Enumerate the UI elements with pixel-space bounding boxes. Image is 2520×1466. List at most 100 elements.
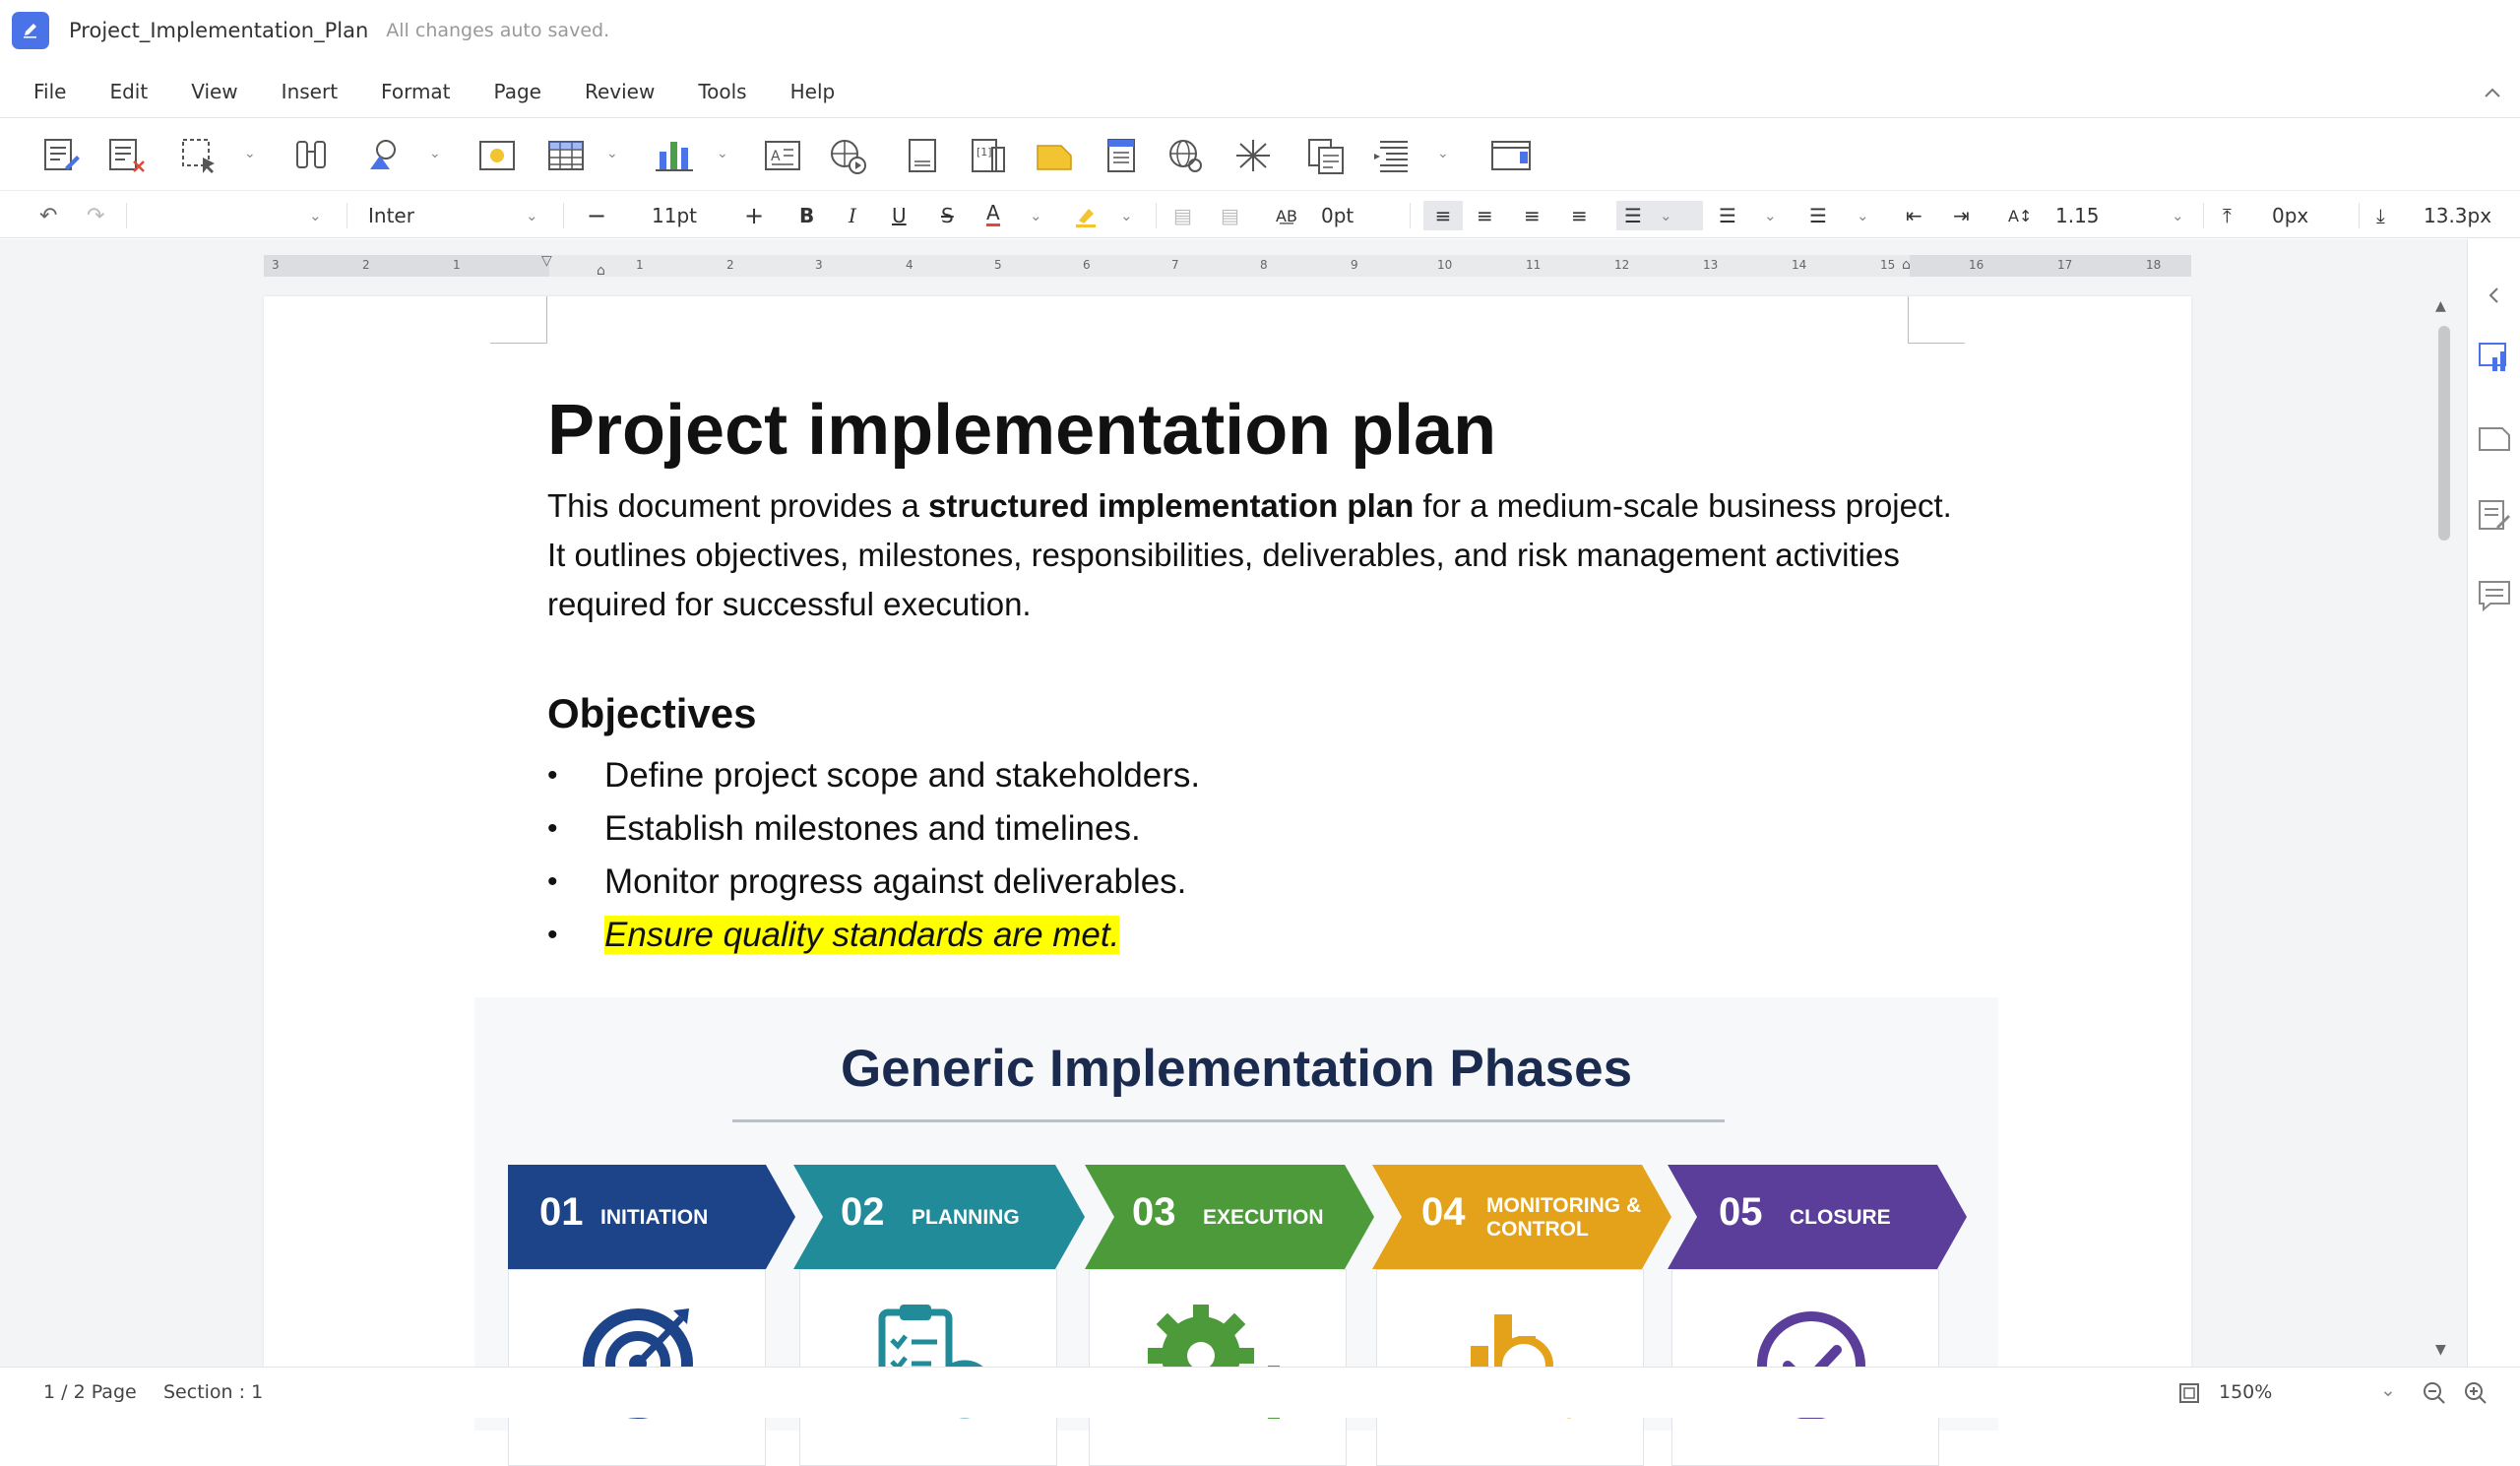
table-dropdown-icon[interactable]: ⌄ — [606, 146, 622, 161]
list-item[interactable]: Ensure quality standards are met. — [547, 909, 1200, 962]
document-title[interactable]: Project_Implementation_Plan — [69, 19, 368, 42]
copy-format-icon[interactable] — [1303, 134, 1349, 177]
menu-format[interactable]: Format — [381, 80, 450, 103]
paragraph-dropdown-icon[interactable]: ⌄ — [1437, 146, 1453, 161]
font-size-input[interactable]: 11pt — [652, 201, 697, 230]
underline-icon[interactable]: U — [892, 201, 907, 230]
zoom-in-icon[interactable] — [2463, 1380, 2488, 1406]
shapes-dropdown-icon[interactable]: ⌄ — [429, 146, 445, 161]
phases-infographic[interactable]: Generic Implementation Phases 01 INITIAT… — [474, 997, 1998, 1466]
strikethrough-icon[interactable]: S — [941, 201, 954, 230]
insert-table-icon[interactable] — [543, 134, 589, 177]
menu-file[interactable]: File — [33, 80, 66, 103]
app-logo-icon[interactable] — [12, 12, 49, 49]
redo-icon[interactable]: ↷ — [87, 201, 104, 230]
insert-image-icon[interactable] — [474, 134, 520, 177]
select-area-icon[interactable] — [177, 134, 222, 177]
undo-icon[interactable]: ↶ — [39, 201, 57, 230]
highlight-dropdown-icon[interactable]: ⌄ — [1120, 201, 1133, 230]
decrease-font-size-button[interactable]: − — [587, 201, 606, 230]
scroll-down-icon[interactable]: ▼ — [2435, 1342, 2446, 1358]
space-before-input[interactable]: 0px — [2272, 201, 2308, 230]
font-color-dropdown-icon[interactable]: ⌄ — [1030, 201, 1042, 230]
insert-media-icon[interactable] — [825, 134, 870, 177]
zoom-level[interactable]: 150% — [2219, 1381, 2272, 1403]
space-before-icon[interactable]: ⤒ — [2223, 201, 2232, 230]
justify-icon[interactable]: ≡ — [1571, 201, 1588, 230]
text-box-icon[interactable]: A — [760, 134, 805, 177]
numbered-list-icon[interactable]: ☰ — [1719, 201, 1736, 230]
footnote-icon[interactable]: [1] — [965, 134, 1010, 177]
find-binoculars-icon[interactable] — [289, 134, 335, 177]
page-number-icon[interactable] — [900, 134, 945, 177]
objectives-heading[interactable]: Objectives — [547, 690, 756, 737]
right-indent-marker-icon[interactable]: ⌂ — [1902, 257, 1911, 273]
paragraph-settings-icon[interactable] — [1370, 134, 1416, 177]
scrollbar-thumb[interactable] — [2438, 326, 2450, 541]
vertical-scrollbar[interactable]: ▲ ▼ — [2431, 239, 2455, 1367]
character-spacing-input[interactable]: 0pt — [1321, 201, 1354, 230]
font-color-icon[interactable]: A — [986, 201, 1000, 226]
chart-panel-icon[interactable] — [2477, 340, 2512, 375]
space-after-icon[interactable]: ⤓ — [2376, 201, 2385, 230]
multilevel-list-icon[interactable]: ☰ — [1809, 201, 1827, 230]
font-family-select[interactable]: Inter — [368, 201, 414, 230]
symbol-icon[interactable] — [1230, 134, 1276, 177]
comments-icon[interactable] — [2477, 578, 2512, 613]
insert-chart-icon[interactable] — [652, 134, 697, 177]
line-spacing-dropdown-icon[interactable]: ⌄ — [2172, 201, 2184, 230]
edit-notes-icon[interactable] — [2477, 497, 2512, 533]
edit-document-icon[interactable] — [39, 134, 85, 177]
menu-insert[interactable]: Insert — [282, 80, 338, 103]
document-heading[interactable]: Project implementation plan — [547, 390, 1496, 471]
document-page[interactable]: Project implementation plan This documen… — [264, 296, 2191, 1466]
align-left-icon[interactable]: ≡ — [1423, 201, 1463, 230]
list-item[interactable]: Monitor progress against deliverables. — [547, 856, 1200, 909]
italic-icon[interactable]: I — [849, 201, 856, 230]
font-dropdown-caret-icon[interactable]: ⌄ — [526, 201, 538, 230]
bookmark-icon[interactable] — [1032, 134, 1077, 177]
highlight-color-icon[interactable] — [1073, 201, 1099, 230]
increase-indent-icon[interactable]: ⇥ — [1953, 201, 1970, 230]
line-spacing-icon[interactable]: A↕ — [2008, 201, 2032, 230]
line-spacing-input[interactable]: 1.15 — [2055, 201, 2100, 230]
bullet-list-icon[interactable]: ☰ ⌄ — [1616, 201, 1703, 230]
multilevel-list-dropdown-icon[interactable]: ⌄ — [1857, 201, 1869, 230]
zoom-out-icon[interactable] — [2422, 1380, 2447, 1406]
collapse-ribbon-icon[interactable] — [2483, 81, 2502, 104]
collapse-panel-icon[interactable] — [2484, 285, 2505, 306]
fit-page-icon[interactable] — [2177, 1381, 2201, 1405]
first-line-indent-marker-icon[interactable]: ▽ — [541, 253, 552, 269]
shapes-icon[interactable] — [362, 134, 408, 177]
menu-review[interactable]: Review — [585, 80, 655, 103]
subscript-icon[interactable]: ▤ — [1221, 201, 1239, 230]
menu-tools[interactable]: Tools — [698, 80, 746, 103]
intro-paragraph[interactable]: This document provides a structured impl… — [547, 481, 1965, 629]
select-dropdown-icon[interactable]: ⌄ — [244, 146, 260, 161]
superscript-icon[interactable]: ▤ — [1173, 201, 1192, 230]
space-after-input[interactable]: 13.3px — [2424, 201, 2491, 230]
style-dropdown-caret-icon[interactable]: ⌄ — [309, 201, 322, 230]
clear-format-icon[interactable] — [104, 134, 150, 177]
page-panel-icon[interactable] — [2477, 420, 2512, 456]
increase-font-size-button[interactable]: + — [744, 201, 764, 230]
header-footer-icon[interactable] — [1099, 134, 1144, 177]
left-indent-marker-icon[interactable]: ⌂ — [597, 263, 605, 279]
list-item[interactable]: Define project scope and stakeholders. — [547, 749, 1200, 802]
align-right-icon[interactable]: ≡ — [1524, 201, 1541, 230]
decrease-indent-icon[interactable]: ⇤ — [1906, 201, 1922, 230]
hyperlink-globe-icon[interactable] — [1164, 134, 1209, 177]
zoom-dropdown-icon[interactable]: ⌄ — [2380, 1379, 2396, 1401]
menu-page[interactable]: Page — [494, 80, 541, 103]
page-view-icon[interactable] — [1488, 134, 1534, 177]
menu-view[interactable]: View — [191, 80, 237, 103]
horizontal-ruler[interactable]: 3 2 1 1 2 3 4 5 6 7 8 9 10 11 12 13 14 1… — [264, 253, 2191, 279]
bold-icon[interactable]: B — [799, 201, 814, 230]
character-spacing-icon[interactable]: A͟B — [1276, 201, 1297, 230]
align-center-icon[interactable]: ≡ — [1477, 201, 1493, 230]
menu-edit[interactable]: Edit — [109, 80, 148, 103]
menu-help[interactable]: Help — [790, 80, 836, 103]
page-indicator[interactable]: 1 / 2 Page — [43, 1381, 137, 1403]
numbered-list-dropdown-icon[interactable]: ⌄ — [1764, 201, 1777, 230]
scroll-up-icon[interactable]: ▲ — [2435, 298, 2446, 314]
